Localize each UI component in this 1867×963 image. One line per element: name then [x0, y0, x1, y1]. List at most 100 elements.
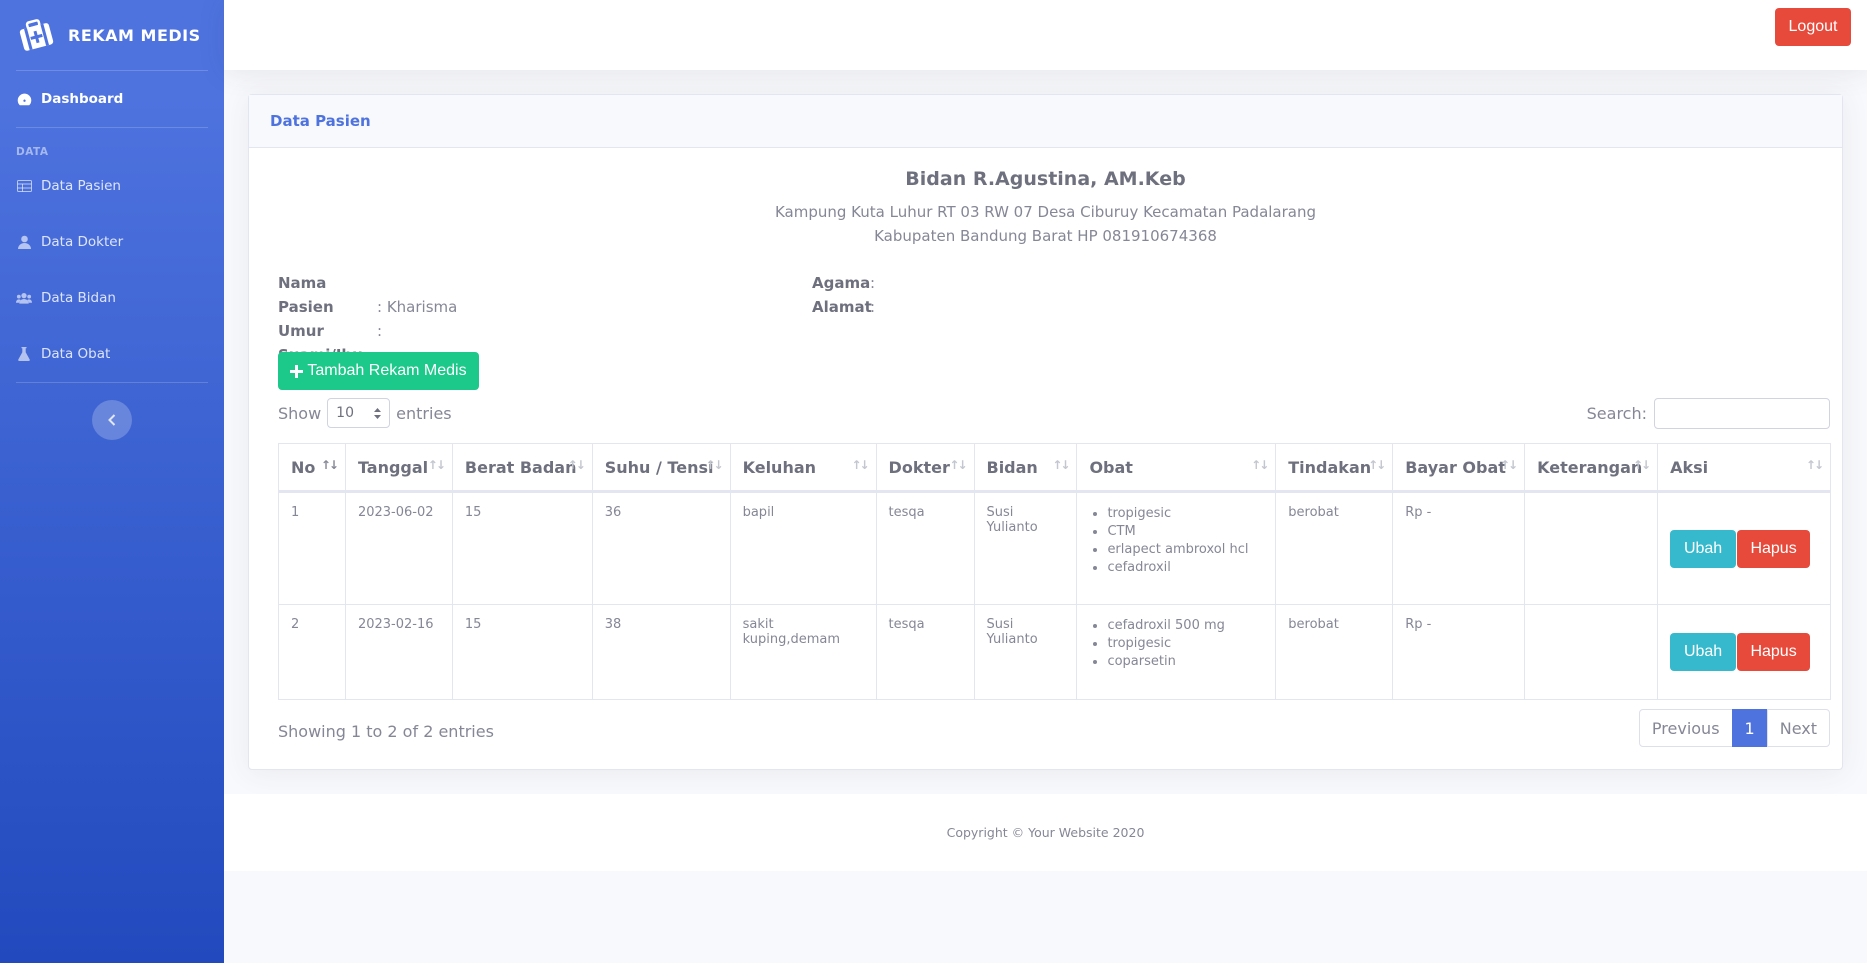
obat-item: coparsetin	[1107, 653, 1263, 671]
medical-kit-icon	[19, 19, 54, 51]
umur-label: Umur	[278, 322, 324, 340]
column-header-dokter[interactable]: Dokter ↑↓	[875, 443, 975, 493]
users-icon	[16, 290, 32, 306]
sidebar-item-label: Data Bidan	[41, 290, 116, 306]
card-header: Data Pasien	[249, 95, 1842, 148]
cell-bidan: Susi Yulianto	[973, 491, 1078, 605]
add-button-label: Tambah Rekam Medis	[307, 362, 467, 379]
page-size-select[interactable]: 10	[327, 398, 391, 428]
column-label: Obat	[1089, 457, 1133, 477]
table-info: Showing 1 to 2 of 2 entries	[278, 722, 494, 741]
column-label: Dokter	[888, 457, 950, 477]
column-label: Suhu / Tensi	[604, 457, 714, 477]
column-header-obat[interactable]: Obat ↑↓	[1076, 443, 1277, 493]
sidebar-item-data-pasien[interactable]: Data Pasien	[0, 158, 224, 214]
column-header-bayar-obat[interactable]: Bayar Obat ↑↓	[1392, 443, 1526, 493]
sidebar-item-data-dokter[interactable]: Data Dokter	[0, 214, 224, 270]
cell-keterangan	[1524, 604, 1659, 700]
sort-select-icon	[374, 407, 382, 419]
pagination-previous[interactable]: Previous	[1638, 709, 1733, 747]
column-header-tanggal[interactable]: Tanggal ↑↓	[344, 443, 453, 493]
separator: :	[870, 274, 876, 292]
info-row-nama: Nama Pasien: Kharisma	[278, 271, 457, 319]
entries-label: entries	[396, 403, 452, 423]
logout-button[interactable]: Logout	[1775, 8, 1851, 46]
sort-icon: ↑↓	[705, 458, 723, 472]
column-label: Tanggal	[357, 457, 429, 477]
footer: Copyright © Your Website 2020	[224, 794, 1867, 871]
sidebar-item-dashboard[interactable]: Dashboard	[0, 71, 224, 127]
column-header-keterangan[interactable]: Keterangan ↑↓	[1524, 443, 1659, 493]
cell-keterangan	[1524, 491, 1659, 605]
page-size-control: Show 10 entries	[278, 398, 452, 428]
sidebar: REKAM MEDIS Dashboard DATA Data Pasien D…	[0, 0, 224, 963]
info-row-umur: Umur:	[278, 319, 457, 343]
search-input[interactable]	[1654, 398, 1830, 429]
chevron-left-icon	[108, 414, 116, 426]
delete-button[interactable]: Hapus	[1737, 529, 1811, 568]
sidebar-brand[interactable]: REKAM MEDIS	[0, 0, 224, 70]
sort-icon: ↑↓	[1368, 458, 1386, 472]
copyright-text: Copyright © Your Website 2020	[946, 825, 1145, 840]
column-header-berat-badan[interactable]: Berat Badan ↑↓	[451, 443, 593, 493]
cell-dokter: tesqa	[875, 604, 975, 700]
clinic-name: Bidan R.Agustina, AM.Keb	[905, 168, 1186, 190]
pagination-next[interactable]: Next	[1766, 709, 1830, 747]
patient-card: Data Pasien Bidan R.Agustina, AM.Keb Kam…	[248, 94, 1843, 770]
column-header-tindakan[interactable]: Tindakan ↑↓	[1275, 443, 1394, 493]
sort-icon: ↑↓	[1632, 458, 1651, 472]
separator: :	[377, 298, 383, 316]
clinic-address: Kampung Kuta Luhur RT 03 RW 07 Desa Cibu…	[249, 200, 1842, 248]
obat-item: tropigesic	[1107, 505, 1263, 523]
edit-button[interactable]: Ubah	[1670, 529, 1737, 568]
sidebar-heading: DATA	[16, 146, 49, 158]
column-label: Tindakan	[1288, 457, 1372, 477]
pagination: Previous 1 Next	[1638, 709, 1830, 747]
sidebar-toggle-button[interactable]	[92, 400, 132, 440]
column-header-suhu-tensi[interactable]: Suhu / Tensi ↑↓	[591, 443, 731, 493]
pagination-page-1[interactable]: 1	[1731, 709, 1768, 747]
column-header-aksi[interactable]: Aksi ↑↓	[1657, 443, 1831, 493]
obat-item: CTM	[1107, 523, 1263, 541]
cell-berat: 15	[451, 491, 593, 605]
obat-item: cefadroxil	[1107, 559, 1263, 577]
cell-tanggal: 2023-06-02	[344, 491, 453, 605]
column-header-keluhan[interactable]: Keluhan ↑↓	[729, 443, 877, 493]
sort-icon: ↑↓	[1499, 458, 1518, 472]
column-label: Aksi	[1670, 457, 1709, 477]
cell-no: 2	[278, 604, 346, 700]
topbar: Logout	[224, 0, 1867, 70]
cell-tanggal: 2023-02-16	[344, 604, 453, 700]
clinic-address-line1: Kampung Kuta Luhur RT 03 RW 07 Desa Cibu…	[774, 203, 1317, 221]
edit-button[interactable]: Ubah	[1670, 633, 1737, 671]
sidebar-item-data-obat[interactable]: Data Obat	[0, 326, 224, 382]
add-medical-record-button[interactable]: Tambah Rekam Medis	[278, 352, 479, 390]
cell-aksi: Ubah Hapus	[1657, 604, 1831, 700]
sort-icon: ↑↓	[320, 458, 339, 472]
column-label: Berat Badan	[464, 457, 577, 477]
user-icon	[16, 234, 32, 250]
column-header-no[interactable]: No ↑↓	[278, 443, 346, 493]
sidebar-item-label: Dashboard	[41, 91, 124, 107]
column-label: No	[291, 457, 316, 477]
cell-dokter: tesqa	[875, 491, 975, 605]
table-row: 2 2023-02-16 15 38 sakit kuping,demam te…	[278, 604, 1831, 700]
column-label: Keluhan	[742, 457, 817, 477]
separator: :	[870, 298, 876, 316]
sort-icon: ↑↓	[1251, 458, 1269, 472]
cell-aksi: Ubah Hapus	[1657, 491, 1831, 605]
cell-keluhan: bapil	[729, 491, 877, 605]
obat-list: tropigesic CTM erlapect ambroxol hcl cef…	[1089, 505, 1263, 577]
cell-no: 1	[278, 491, 346, 605]
sidebar-item-data-bidan[interactable]: Data Bidan	[0, 270, 224, 326]
table-header-row: No ↑↓ Tanggal ↑↓ Berat Badan ↑↓ Suhu / Tens…	[278, 443, 1831, 493]
sort-icon: ↑↓	[949, 458, 967, 472]
delete-button[interactable]: Hapus	[1737, 633, 1811, 671]
column-header-bidan[interactable]: Bidan ↑↓	[973, 443, 1078, 493]
flask-icon	[16, 346, 32, 362]
table-icon	[16, 178, 32, 194]
alamat-label: Alamat	[812, 298, 872, 316]
tachometer-icon	[16, 91, 32, 107]
obat-item: tropigesic	[1107, 635, 1263, 653]
search-control: Search:	[1587, 398, 1830, 429]
